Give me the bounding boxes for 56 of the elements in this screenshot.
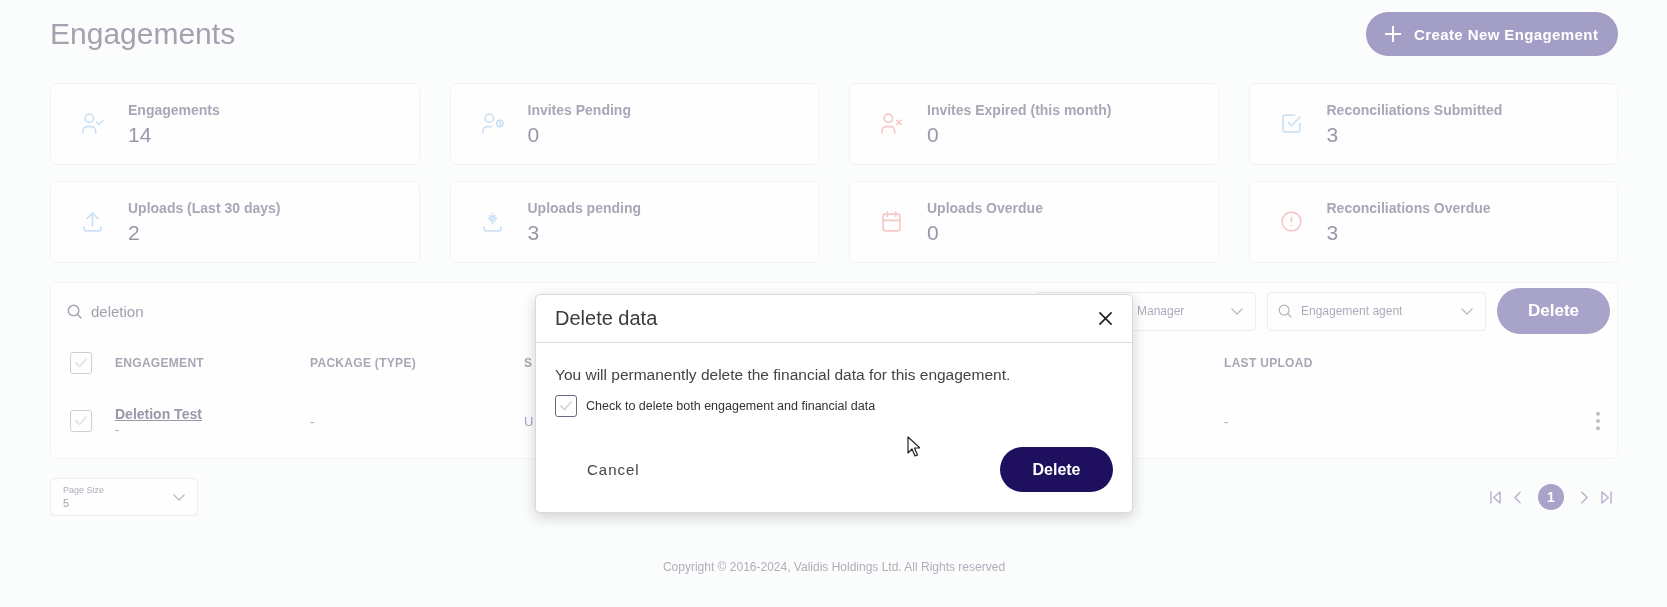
first-page-icon[interactable] xyxy=(1490,490,1501,504)
stat-label: Uploads pending xyxy=(527,199,642,217)
table-cell: - xyxy=(115,423,119,437)
stat-label: Invites Pending xyxy=(527,101,631,119)
next-page-icon[interactable] xyxy=(1581,490,1588,504)
stat-value: 2 xyxy=(128,221,140,245)
checkbox-label: Check to delete both engagement and financial data xyxy=(586,399,876,413)
stat-value: 0 xyxy=(927,221,939,245)
table-cell: - xyxy=(1224,413,1229,429)
page-title: Engagements xyxy=(50,16,236,52)
cancel-button[interactable]: Cancel xyxy=(555,451,672,488)
row-checkbox[interactable] xyxy=(70,410,92,432)
stat-value: 0 xyxy=(927,123,939,147)
page-size-dropdown[interactable]: Page Size 5 xyxy=(50,478,198,516)
copyright-text: Copyright © 2016-2024, Validis Holdings Ltd. All Rights reserved xyxy=(661,559,1007,575)
table-cell: - xyxy=(310,413,315,429)
previous-page-icon[interactable] xyxy=(1514,490,1521,504)
more-options-icon[interactable] xyxy=(1595,411,1601,431)
column-header: S xyxy=(524,356,533,370)
confirm-delete-button[interactable]: Delete xyxy=(1000,447,1113,492)
plus-icon xyxy=(1384,25,1402,43)
column-header: PACKAGE (TYPE) xyxy=(310,356,416,370)
checkmark-icon xyxy=(75,416,87,426)
stat-value: 3 xyxy=(1326,123,1339,147)
stat-value: 14 xyxy=(128,123,152,147)
column-header: ENGAGEMENT xyxy=(115,356,204,370)
stat-value: 0 xyxy=(527,123,540,147)
stat-label: Reconciliations Submitted xyxy=(1326,101,1503,119)
search-icon xyxy=(1278,304,1292,318)
last-page-icon[interactable] xyxy=(1601,490,1612,504)
stat-value: 3 xyxy=(1326,221,1339,245)
dialog-message: You will permanently delete the financial data for this engagement. xyxy=(555,365,1012,385)
table-cell: U xyxy=(524,413,534,429)
mouse-pointer-icon xyxy=(907,436,920,457)
create-engagement-button[interactable]: Create New Engagement xyxy=(1366,12,1618,56)
chevron-down-icon xyxy=(1461,307,1473,315)
filter-dropdown[interactable]: Engagement agent xyxy=(1267,291,1486,331)
stat-label: Invites Expired (this month) xyxy=(927,101,1112,119)
select-all-checkbox[interactable] xyxy=(70,352,92,374)
stat-label: Reconciliations Overdue xyxy=(1326,199,1491,217)
engagement-link[interactable]: Deletion Test xyxy=(115,405,202,423)
stat-label: Uploads Overdue xyxy=(927,199,1043,217)
column-header: LAST UPLOAD xyxy=(1224,356,1313,370)
search-icon xyxy=(67,303,82,319)
stat-label: Engagements xyxy=(128,101,220,119)
chevron-down-icon xyxy=(1231,307,1243,315)
close-icon[interactable] xyxy=(1099,312,1112,325)
search-field[interactable]: deletion xyxy=(91,300,391,322)
stat-value: 3 xyxy=(527,221,540,245)
page-number-button[interactable]: 1 xyxy=(1538,484,1564,510)
checkmark-icon xyxy=(560,401,572,411)
chevron-down-icon xyxy=(173,493,185,501)
delete-both-checkbox[interactable] xyxy=(555,395,577,417)
checkmark-icon xyxy=(75,358,87,368)
dialog-title: Delete data xyxy=(555,307,658,330)
stat-label: Uploads (Last 30 days) xyxy=(128,199,281,217)
